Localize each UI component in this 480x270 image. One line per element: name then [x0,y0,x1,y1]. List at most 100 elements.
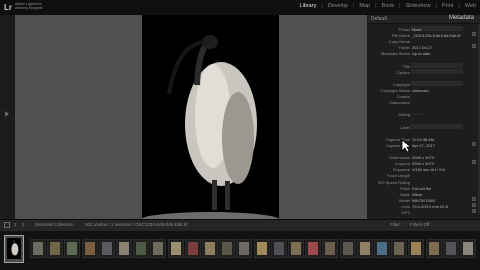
filmstrip-thumb[interactable] [339,239,356,258]
filmstrip-thumb-image [239,242,250,255]
filmstrip-thumb-image [325,242,336,255]
filmstrip-thumb[interactable] [425,239,442,258]
metadata-row: Caption [367,68,480,75]
metadata-row [367,57,480,63]
metadata-field[interactable] [411,68,463,74]
filmstrip-thumb-selected[interactable] [4,235,24,263]
filmstrip-thumb[interactable] [460,239,476,258]
filmstrip-thumb[interactable] [202,239,218,258]
module-separator: | [352,3,355,9]
metadata-action-button[interactable] [472,44,476,49]
filmstrip-thumb-image [394,242,405,255]
metadata-row: Focal Length [367,172,480,178]
metadata-action-button[interactable] [472,141,476,146]
filter-label: Filter : [390,222,403,227]
module-map[interactable]: Map [359,3,370,9]
metadata-action-button[interactable] [472,196,476,201]
filmstrip-thumb[interactable] [30,239,46,258]
filmstrip-thumb-image [411,242,422,255]
expand-panel-icon[interactable] [5,111,9,117]
filmstrip-thumb[interactable] [219,239,236,258]
filmstrip-thumb-image [119,242,129,255]
module-book[interactable]: Book [382,3,395,9]
filmstrip-thumb[interactable] [133,239,150,258]
filmstrip-thumb[interactable] [236,239,253,258]
filmstrip-thumb[interactable] [150,239,167,258]
filmstrip-thumb-image [222,242,233,255]
photo-count-label: 302 photos / 1 selected / DSC1234-Edit-E… [85,222,188,227]
left-panel-collapsed[interactable] [0,15,15,219]
metadata-field[interactable] [411,80,463,86]
mouse-cursor-icon [401,139,413,153]
module-separator: | [321,3,323,9]
filmstrip-thumb[interactable] [64,239,81,258]
metadata-row: Title [367,62,480,69]
filmstrip-thumb[interactable] [81,239,98,258]
source-label[interactable]: Selected Collection [35,222,74,227]
filmstrip-thumb[interactable] [305,239,322,258]
module-slideshow[interactable]: Slideshow [406,3,431,9]
grid-view-icon[interactable] [4,222,10,228]
metadata-row [367,105,480,111]
metadata-row: GPS [367,209,480,215]
metadata-row [367,118,480,124]
ibis-photo-graphic [142,15,279,219]
metadata-row: Cropped 2049 x 3073 [367,160,480,166]
filmstrip-thumb[interactable] [253,239,270,258]
filmstrip-thumb-image [67,242,78,255]
metadata-row: Copyright [367,80,480,87]
filmstrip-thumb-image [101,242,112,255]
filmstrip-thumb-image [153,242,164,255]
metadata-row: Model NIKON D500 [367,196,480,203]
filmstrip-thumb-image [291,242,301,255]
filmstrip-thumb[interactable] [270,239,287,258]
filmstrip-thumb[interactable] [391,239,408,258]
metadata-action-button[interactable] [472,32,476,37]
page-1-label[interactable]: 1 [14,222,17,227]
filmstrip-thumb[interactable] [322,239,339,258]
module-develop[interactable]: Develop [328,3,348,9]
module-separator: | [399,3,401,9]
metadata-panel-header[interactable]: Default Metadata [367,15,480,24]
filmstrip-thumb[interactable] [288,239,304,258]
filmstrip [0,231,480,270]
filmstrip-thumb[interactable] [408,239,425,258]
filmstrip-thumb[interactable] [356,239,373,258]
metadata-field[interactable] [411,123,463,129]
filmstrip-thumb[interactable] [442,239,459,258]
metadata-action-button[interactable] [472,160,476,165]
metadata-row: File Name _DSC1234-Edit-Edit-Edit.tif [367,32,480,38]
module-separator: | [458,3,460,9]
metadata-row: Make Nikon [367,191,480,197]
metadata-action-button[interactable] [472,209,476,213]
module-print[interactable]: Print [442,3,453,9]
filmstrip-thumb[interactable] [374,239,390,258]
metadata-panel-title[interactable]: Metadata [449,15,474,21]
metadata-row: ISO Speed Rating [367,179,480,185]
filmstrip-thumb[interactable] [98,239,115,258]
filmstrip-thumb[interactable] [47,239,64,258]
loupe-view[interactable] [15,15,367,219]
filmstrip-thumb-image [308,242,319,255]
filmstrip-thumb[interactable] [184,239,201,258]
metadata-preset-dropdown[interactable]: Default [371,16,387,22]
metadata-row: Sublocation [367,99,480,105]
metadata-row: Copyright Status Unknown [367,87,480,93]
metadata-row: Preset None [367,26,480,32]
metadata-field[interactable] [411,62,463,68]
filmstrip-thumb-image [50,242,61,255]
module-library[interactable]: Library [300,3,317,9]
top-bar: Lr Adobe Lightroom Anthony Morganti Libr… [0,0,480,15]
metadata-action-button[interactable] [472,202,476,207]
filmstrip-thumb-image [256,242,267,255]
filmstrip-thumb-image [273,242,284,255]
page-2-label[interactable]: 2 [22,222,25,227]
filmstrip-thumb-image [342,242,353,255]
main-photo[interactable] [142,15,279,219]
module-web[interactable]: Web [465,3,476,9]
filmstrip-thumb[interactable] [116,239,132,258]
metadata-row: Capture Time 11:04:38 AM [367,136,480,142]
filmstrip-thumb[interactable] [167,239,184,258]
filter-dropdown[interactable]: Filters Off [410,222,429,227]
metadata-row: Exposure 1/160 sec at f / 5.6 [367,166,480,172]
